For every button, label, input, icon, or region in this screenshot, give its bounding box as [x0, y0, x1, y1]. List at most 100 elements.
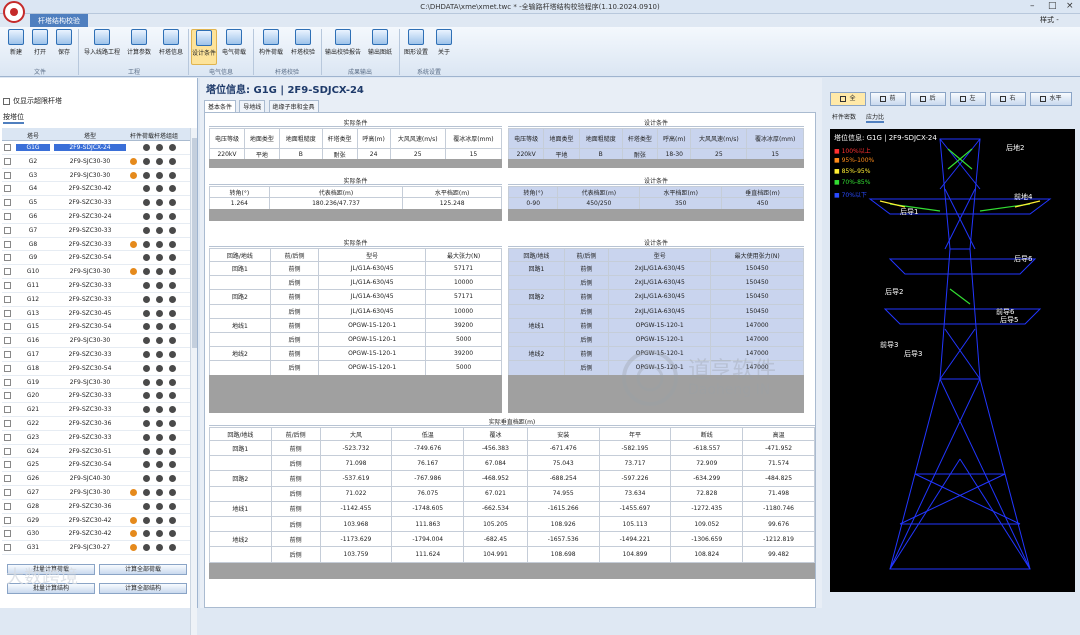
electric-load-button[interactable]: 电气荷载 [219, 29, 249, 56]
tower-check-button[interactable]: 杆塔校验 [288, 29, 318, 56]
tab-tower-check[interactable]: 杆塔结构校验 [30, 14, 88, 27]
table-row[interactable]: G29 2F9-SZC30-42 [2, 514, 190, 528]
table-row[interactable]: G24 2F9-SZC30-51 [2, 445, 190, 459]
maximize-icon[interactable]: □ [1048, 1, 1057, 11]
table-row[interactable]: G25 2F9-SZC30-54 [2, 458, 190, 473]
row-checkbox[interactable] [4, 295, 11, 303]
table-row[interactable]: G11 2F9-SZC30-33 [2, 279, 190, 293]
row-checkbox[interactable] [4, 212, 11, 220]
open-button[interactable]: 打开 [29, 29, 51, 56]
row-checkbox[interactable] [4, 406, 11, 414]
row-checkbox[interactable] [4, 544, 11, 552]
table-row[interactable]: G15 2F9-SZC30-54 [2, 320, 190, 335]
new-button[interactable]: 新建 [5, 29, 27, 56]
row-checkbox[interactable] [4, 488, 11, 496]
tab-insulator[interactable]: 绝缘子串和金具 [268, 100, 319, 112]
member-load-button[interactable]: 构件荷载 [256, 29, 286, 56]
about-button[interactable]: 关于 [432, 29, 456, 56]
locate-tab[interactable]: 按塔位 [3, 112, 24, 124]
tower-3d-view[interactable]: 塔位信息: G1G | 2F9-SDJCX-24 后地2 前地4 后导1 后导6… [830, 129, 1075, 592]
row-checkbox[interactable] [4, 461, 11, 469]
row-checkbox[interactable] [4, 323, 11, 331]
row-checkbox[interactable] [4, 144, 11, 151]
view-left-button[interactable]: 左 [950, 92, 986, 106]
row-checkbox[interactable] [4, 309, 11, 317]
table-row[interactable]: G13 2F9-SZC30-45 [2, 307, 190, 321]
table-row[interactable]: G17 2F9-SZC30-33 [2, 348, 190, 362]
row-checkbox[interactable] [4, 350, 11, 358]
table-row[interactable]: G31 2F9-SJC30-27 [2, 541, 190, 555]
table-row[interactable]: G8 2F9-SZC30-33 [2, 238, 190, 252]
table-row[interactable]: G20 2F9-SZC30-33 [2, 389, 190, 404]
row-checkbox[interactable] [4, 530, 11, 538]
table-row[interactable]: G27 2F9-SJC30-30 [2, 486, 190, 500]
show-overlimit-checkbox[interactable]: 仅显示超限杆塔 [3, 96, 62, 106]
table-row[interactable]: G18 2F9-SZC30-54 [2, 362, 190, 376]
table-row[interactable]: G28 2F9-SZC30-36 [2, 500, 190, 514]
tab-member-count[interactable]: 杆件密数 [832, 114, 856, 121]
table-row[interactable]: G7 2F9-SZC30-33 [2, 224, 190, 238]
scroll-thumb[interactable] [192, 138, 197, 348]
table-row[interactable]: G1G 2F9-SDJCX-24 [2, 141, 190, 155]
import-project-button[interactable]: 导入线路工程 [82, 29, 122, 56]
table-row[interactable]: G5 2F9-SZC30-33 [2, 196, 190, 210]
row-checkbox[interactable] [4, 281, 11, 289]
table-row[interactable]: G30 2F9-SZC30-42 [2, 527, 190, 542]
row-checkbox[interactable] [4, 392, 11, 400]
tower-info-button[interactable]: 杆塔信息 [156, 29, 186, 56]
table-row[interactable]: G26 2F9-SJC40-30 [2, 472, 190, 486]
design-cond-button[interactable]: 设计条件 [191, 29, 217, 65]
list-scrollbar[interactable] [190, 128, 197, 635]
table-row[interactable]: G21 2F9-SZC30-33 [2, 403, 190, 417]
app-logo-icon[interactable] [3, 1, 25, 23]
row-checkbox[interactable] [4, 226, 11, 234]
tab-stress-ratio[interactable]: 应力比 [865, 114, 884, 123]
output-drawing-button[interactable]: 输出图纸 [364, 29, 396, 56]
save-button[interactable]: 保存 [53, 29, 75, 56]
table-row[interactable]: G9 2F9-SZC30-54 [2, 251, 190, 266]
minimize-icon[interactable]: – [1030, 1, 1035, 11]
table-cell: 99.482 [742, 546, 815, 563]
table-row[interactable]: G3 2F9-SJC30-30 [2, 169, 190, 183]
view-back-button[interactable]: 后 [910, 92, 946, 106]
view-front-button[interactable]: 前 [870, 92, 906, 106]
row-checkbox[interactable] [4, 157, 11, 165]
table-row[interactable]: G10 2F9-SJC30-30 [2, 265, 190, 279]
row-checkbox[interactable] [4, 199, 11, 207]
row-checkbox[interactable] [4, 502, 11, 510]
calc-all-load-button[interactable]: 计算全部荷载 [99, 564, 187, 575]
row-checkbox[interactable] [4, 268, 11, 276]
table-row[interactable]: G22 2F9-SZC30-36 [2, 417, 190, 431]
table-row[interactable]: G23 2F9-SZC30-33 [2, 431, 190, 445]
table-row[interactable]: G12 2F9-SZC30-33 [2, 293, 190, 307]
table-row[interactable]: G4 2F9-SZC30-42 [2, 182, 190, 197]
row-checkbox[interactable] [4, 378, 11, 386]
calc-all-struct-button[interactable]: 计算全部结构 [99, 583, 187, 594]
row-checkbox[interactable] [4, 447, 11, 455]
view-right-button[interactable]: 右 [990, 92, 1026, 106]
row-checkbox[interactable] [4, 185, 11, 193]
output-report-button[interactable]: 输出校验报告 [324, 29, 362, 56]
tab-wires[interactable]: 导地线 [239, 100, 266, 112]
style-menu[interactable]: 样式 - [1040, 15, 1059, 25]
row-checkbox[interactable] [4, 516, 11, 524]
row-checkbox[interactable] [4, 337, 11, 345]
graphic-settings-button[interactable]: 图形设置 [402, 29, 430, 56]
view-top-button[interactable]: 水平 [1030, 92, 1072, 106]
row-checkbox[interactable] [4, 254, 11, 262]
calc-params-button[interactable]: 计算参数 [123, 29, 155, 56]
table-row[interactable]: G2 2F9-SJC30-30 [2, 155, 190, 169]
row-checkbox[interactable] [4, 364, 11, 372]
row-checkbox[interactable] [4, 419, 11, 427]
tab-basic[interactable]: 基本条件 [204, 100, 237, 112]
table-row[interactable]: G16 2F9-SJC30-30 [2, 334, 190, 348]
row-checkbox[interactable] [4, 433, 11, 441]
row-checkbox[interactable] [4, 475, 11, 483]
table-row[interactable]: G19 2F9-SJC30-30 [2, 376, 190, 390]
table-cell: 74.955 [526, 485, 600, 502]
row-checkbox[interactable] [4, 240, 11, 248]
close-icon[interactable]: × [1066, 1, 1074, 11]
view-all-button[interactable]: 全 [830, 92, 866, 106]
table-row[interactable]: G6 2F9-SZC30-24 [2, 210, 190, 224]
row-checkbox[interactable] [4, 171, 11, 179]
